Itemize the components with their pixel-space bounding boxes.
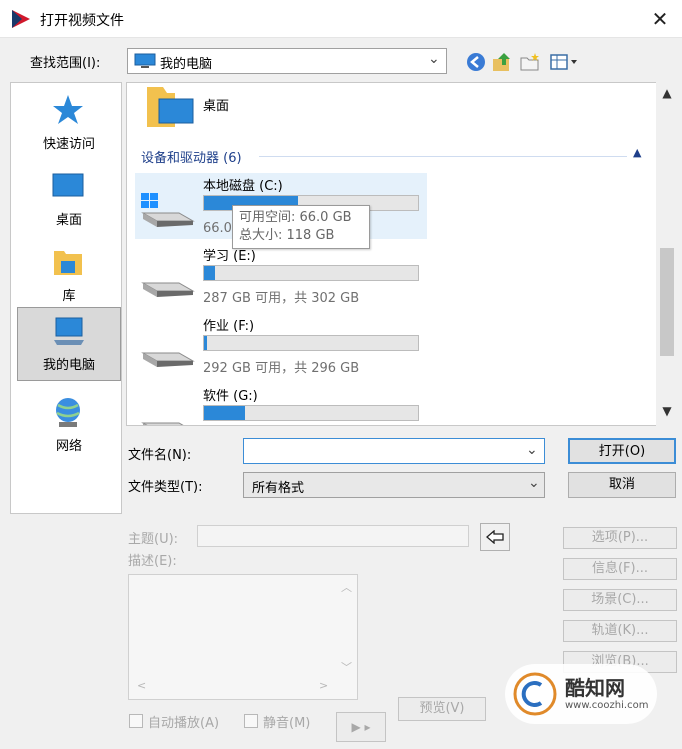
app-logo-icon xyxy=(12,10,30,28)
title-bar: 打开视频文件 ✕ xyxy=(0,0,682,38)
view-menu-icon[interactable] xyxy=(548,50,582,74)
cancel-button[interactable]: 取消 xyxy=(568,472,676,498)
place-label: 网络 xyxy=(55,439,82,454)
scroll-right-icon[interactable]: > xyxy=(319,679,328,692)
drive-usage-fill xyxy=(204,336,208,350)
drive-info: 287 GB 可用，共 302 GB xyxy=(203,291,360,306)
chevron-up-icon[interactable]: ▲ xyxy=(633,146,641,159)
drive-tooltip: 可用空间: 66.0 GB 总大小: 118 GB xyxy=(232,205,370,249)
filetype-label: 文件类型(T): xyxy=(128,480,203,495)
drive-usage-bar xyxy=(203,335,419,351)
scroll-thumb[interactable] xyxy=(660,248,674,356)
track-button[interactable]: 轨道(K)... xyxy=(563,620,677,642)
place-label: 我的电脑 xyxy=(42,358,95,373)
drive-item-g[interactable]: 软件 (G:) xyxy=(135,383,427,425)
drive-usage-bar xyxy=(203,265,419,281)
computer-icon xyxy=(54,317,84,345)
network-icon xyxy=(56,398,80,427)
filename-input[interactable] xyxy=(243,438,545,464)
hard-drive-icon xyxy=(141,282,195,297)
watermark-logo-icon xyxy=(513,672,557,716)
look-in-value: 我的电脑 xyxy=(160,57,213,72)
group-header: 设备和驱动器 (6) xyxy=(141,151,242,166)
place-desktop[interactable]: 桌面 xyxy=(17,163,121,235)
place-my-computer[interactable]: 我的电脑 xyxy=(17,307,121,381)
info-button[interactable]: 信息(F)... xyxy=(563,558,677,580)
filetype-value: 所有格式 xyxy=(252,481,305,496)
filename-label: 文件名(N): xyxy=(128,448,192,463)
system-drive-icon xyxy=(141,193,195,227)
arrow-left-button[interactable] xyxy=(480,523,510,551)
watermark-url: www.coozhi.com xyxy=(565,700,649,711)
place-label: 桌面 xyxy=(55,213,82,228)
place-quick-access[interactable]: 快速访问 xyxy=(17,87,121,159)
subject-label: 主题(U): xyxy=(128,532,179,547)
desktop-icon xyxy=(52,173,84,197)
subject-input[interactable] xyxy=(197,525,469,547)
drive-item-f[interactable]: 作业 (F:) 292 GB 可用，共 296 GB xyxy=(135,313,427,379)
mute-label: 静音(M) xyxy=(263,716,311,731)
autoplay-label: 自动播放(A) xyxy=(148,716,220,731)
description-area[interactable]: ︿ ﹀ < > xyxy=(128,574,358,700)
drive-item-e[interactable]: 学习 (E:) 287 GB 可用，共 302 GB xyxy=(135,243,427,309)
scene-button[interactable]: 场景(C)... xyxy=(563,589,677,611)
star-icon xyxy=(53,95,83,124)
scroll-down-icon[interactable]: ﹀ xyxy=(341,659,352,675)
open-button[interactable]: 打开(O) xyxy=(568,438,676,464)
scroll-up-icon[interactable]: ︿ xyxy=(341,579,352,595)
scroll-down-icon[interactable]: ▼ xyxy=(656,404,678,422)
file-list[interactable]: 桌面 设备和驱动器 (6) ▲ 本地磁盘 (C:) 66.0 GB 可用，共 1… xyxy=(126,82,678,426)
desktop-folder-icon xyxy=(147,87,194,127)
arrow-left-icon xyxy=(486,529,504,544)
chevron-down-icon: ⌄ xyxy=(528,475,540,491)
drive-usage-fill xyxy=(204,266,215,280)
scroll-left-icon[interactable]: < xyxy=(137,679,146,692)
library-icon xyxy=(54,251,82,275)
tooltip-free-space: 可用空间: 66.0 GB xyxy=(239,210,352,225)
place-label: 快速访问 xyxy=(42,137,95,152)
watermark: 酷知网 www.coozhi.com xyxy=(505,664,657,724)
preview-button[interactable]: 预览(V) xyxy=(398,697,486,721)
computer-icon xyxy=(134,53,156,68)
options-button[interactable]: 选项(P)... xyxy=(563,527,677,549)
scroll-up-icon[interactable]: ▲ xyxy=(656,86,678,104)
up-folder-icon[interactable] xyxy=(490,50,514,74)
drive-name: 作业 (F:) xyxy=(203,319,255,334)
mute-checkbox[interactable] xyxy=(244,714,258,728)
drive-info: 292 GB 可用，共 296 GB xyxy=(203,361,360,376)
place-library[interactable]: 库 xyxy=(17,239,121,311)
place-label: 库 xyxy=(62,289,76,304)
group-divider xyxy=(259,156,627,157)
file-list-scrollbar[interactable]: ▲ ▼ xyxy=(656,82,678,426)
places-bar: 快速访问 桌面 库 我的电脑 网络 xyxy=(10,82,122,514)
place-network[interactable]: 网络 xyxy=(17,389,121,461)
back-icon[interactable] xyxy=(464,50,488,74)
autoplay-checkbox[interactable] xyxy=(129,714,143,728)
hard-drive-icon xyxy=(141,422,184,425)
description-label: 描述(E): xyxy=(128,554,177,569)
new-folder-icon[interactable] xyxy=(518,50,542,74)
item-label: 桌面 xyxy=(203,99,230,114)
drive-name: 本地磁盘 (C:) xyxy=(203,179,283,194)
drive-name: 软件 (G:) xyxy=(203,389,258,404)
window-title: 打开视频文件 xyxy=(40,13,124,29)
drive-usage-bar xyxy=(203,405,419,421)
chevron-down-icon[interactable]: ⌄ xyxy=(526,442,538,458)
list-item-desktop[interactable]: 桌面 xyxy=(145,83,335,131)
watermark-text: 酷知网 xyxy=(565,676,625,700)
look-in-dropdown[interactable]: 我的电脑 ⌄ xyxy=(127,48,447,74)
filetype-dropdown[interactable]: 所有格式 ⌄ xyxy=(243,472,545,498)
chevron-down-icon: ⌄ xyxy=(428,51,440,67)
play-button[interactable]: ▶ ▸ xyxy=(336,712,386,742)
look-in-label: 查找范围(I): xyxy=(30,56,101,71)
hard-drive-icon xyxy=(141,352,195,367)
drive-usage-fill xyxy=(204,406,245,420)
tooltip-total-size: 总大小: 118 GB xyxy=(239,228,335,243)
close-button[interactable]: ✕ xyxy=(640,4,680,34)
